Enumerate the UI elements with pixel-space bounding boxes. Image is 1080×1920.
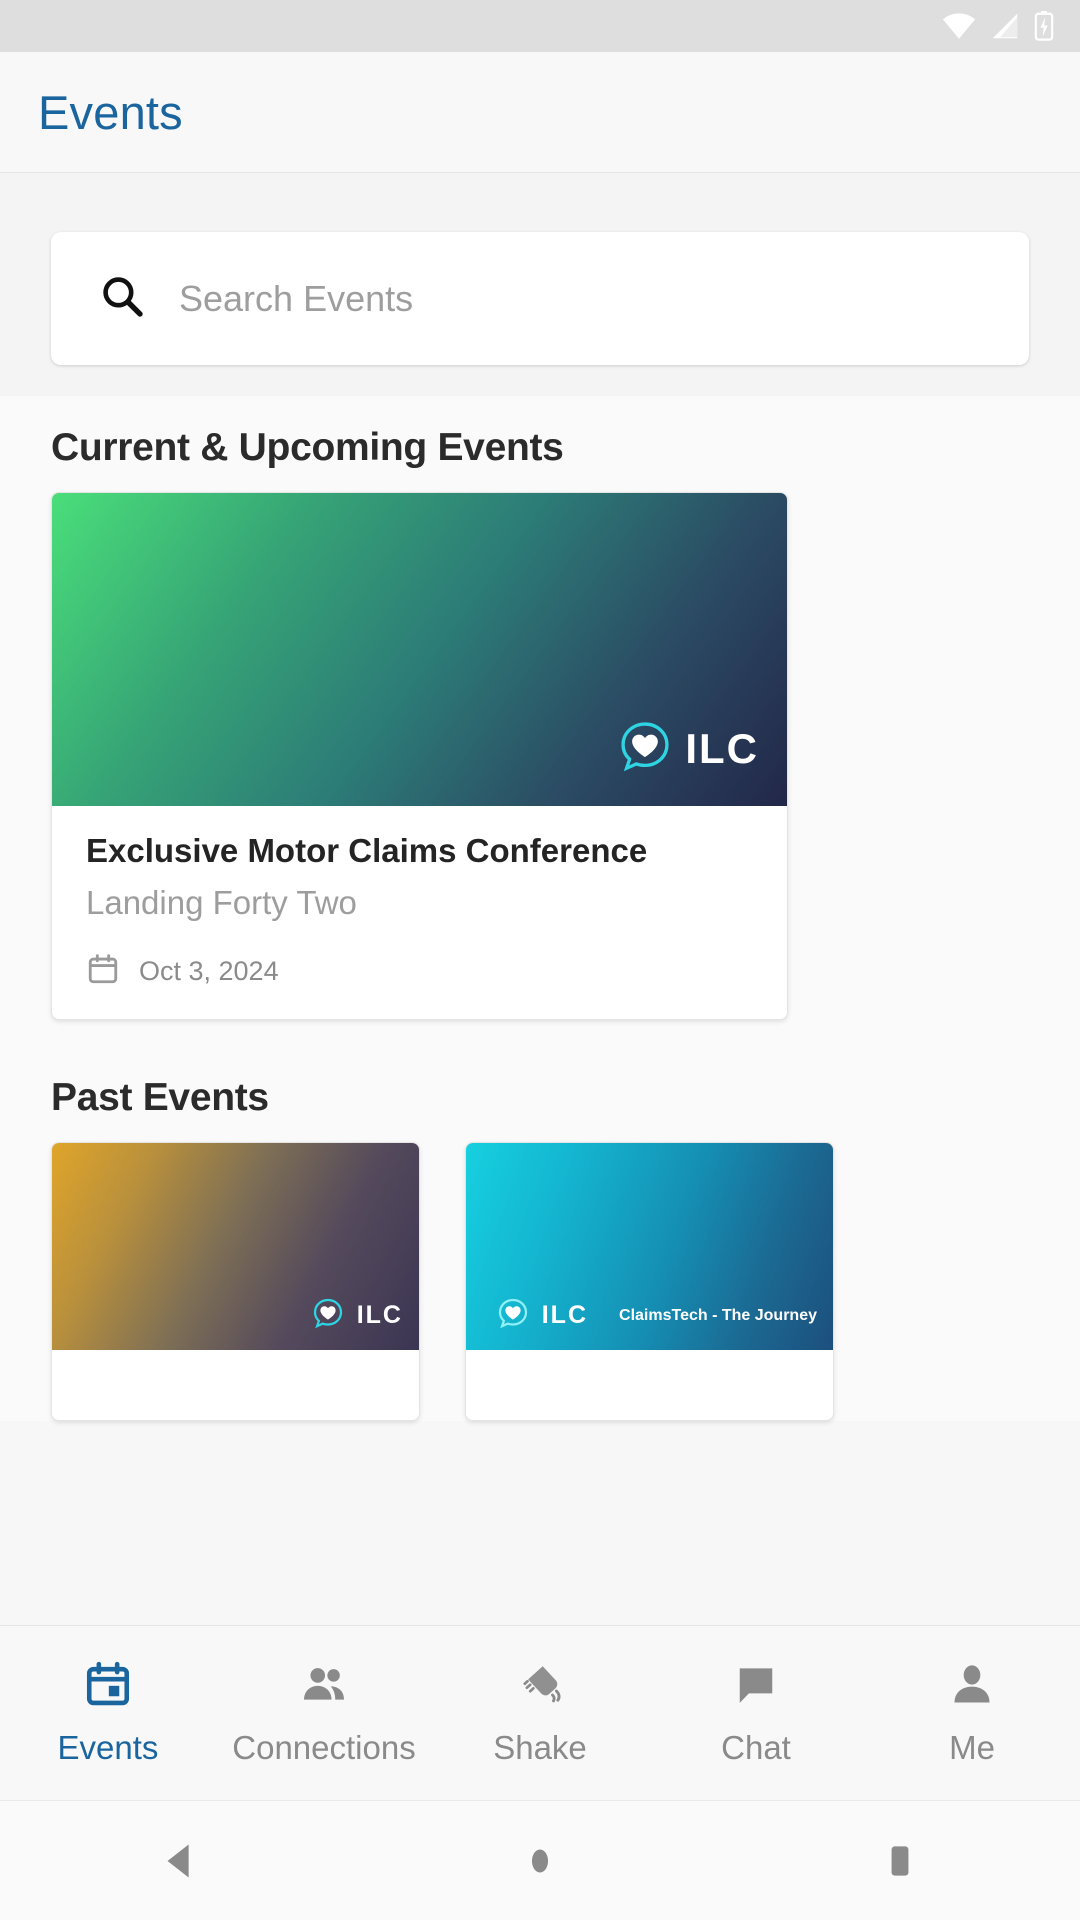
nav-label: Me [949, 1728, 995, 1766]
ilc-logo: ILC [618, 719, 759, 778]
event-card-body: Exclusive Motor Claims Conference Landin… [52, 806, 787, 1019]
calendar-icon [83, 1660, 133, 1715]
event-title: Exclusive Motor Claims Conference [86, 832, 648, 869]
ilc-logo-text: ILC [541, 1301, 589, 1329]
calendar-icon [86, 952, 120, 991]
event-date: Oct 3, 2024 [139, 956, 279, 986]
nav-label: Connections [232, 1728, 416, 1766]
app-bar: Events [0, 52, 1080, 173]
back-triangle-icon[interactable] [157, 1838, 203, 1884]
ilc-logo-text: ILC [685, 724, 759, 772]
event-card-body [52, 1350, 419, 1420]
nav-item-shake[interactable]: Shake [432, 1660, 648, 1767]
home-circle-icon[interactable] [517, 1838, 563, 1884]
cellular-signal-icon [990, 13, 1020, 39]
event-card-past-2[interactable]: ILC ClaimsTech - The Journey [465, 1142, 834, 1421]
search-icon [98, 272, 146, 325]
event-date-row: Oct 3, 2024 [86, 952, 787, 991]
event-card-image: ILC [52, 1143, 419, 1350]
search-placeholder: Search Events [179, 277, 414, 319]
status-bar [0, 0, 1080, 52]
shake-phone-icon [515, 1660, 565, 1715]
events-content: Current & Upcoming Events ILC Exclusive … [0, 396, 1080, 1421]
nav-item-chat[interactable]: Chat [648, 1660, 864, 1767]
page-title: Events [38, 85, 183, 139]
people-icon [299, 1660, 349, 1715]
wifi-icon [942, 13, 976, 39]
nav-item-connections[interactable]: Connections [216, 1660, 432, 1767]
heart-chat-bubble-icon [312, 1297, 344, 1334]
bottom-navigation: Events Connections Shake Chat Me [0, 1625, 1080, 1800]
app-screen: Events Search Events Current & Upcoming … [0, 0, 1080, 1920]
nav-item-me[interactable]: Me [864, 1660, 1080, 1767]
ilc-logo-tagline: ClaimsTech - The Journey [619, 1306, 817, 1324]
event-card-image: ILC [52, 493, 787, 806]
ilc-logo: ILC [312, 1297, 403, 1334]
person-icon [947, 1660, 997, 1715]
upcoming-section-title: Current & Upcoming Events [51, 426, 564, 469]
nav-label: Shake [493, 1728, 587, 1766]
nav-label: Events [57, 1728, 159, 1766]
battery-charging-icon [1034, 11, 1054, 41]
ilc-logo: ILC ClaimsTech - The Journey [497, 1297, 817, 1334]
heart-chat-bubble-icon [618, 719, 672, 778]
nav-label: Chat [721, 1728, 791, 1766]
search-section: Search Events [0, 173, 1080, 396]
recents-square-icon[interactable] [877, 1838, 923, 1884]
search-input[interactable]: Search Events [51, 232, 1029, 365]
ilc-logo-text: ILC [356, 1301, 403, 1329]
event-card-body [466, 1350, 833, 1420]
event-card-image: ILC ClaimsTech - The Journey [466, 1143, 833, 1350]
event-card-upcoming[interactable]: ILC Exclusive Motor Claims Conference La… [51, 492, 788, 1020]
event-venue: Landing Forty Two [86, 884, 357, 921]
nav-item-events[interactable]: Events [0, 1660, 216, 1767]
chat-bubble-icon [731, 1660, 781, 1715]
event-card-past-1[interactable]: ILC [51, 1142, 420, 1421]
past-events-row: ILC ILC ClaimsTech - The Journey [0, 1142, 1080, 1421]
past-section-title: Past Events [51, 1076, 269, 1119]
heart-chat-bubble-icon [497, 1297, 529, 1334]
system-navigation-bar [0, 1800, 1080, 1920]
